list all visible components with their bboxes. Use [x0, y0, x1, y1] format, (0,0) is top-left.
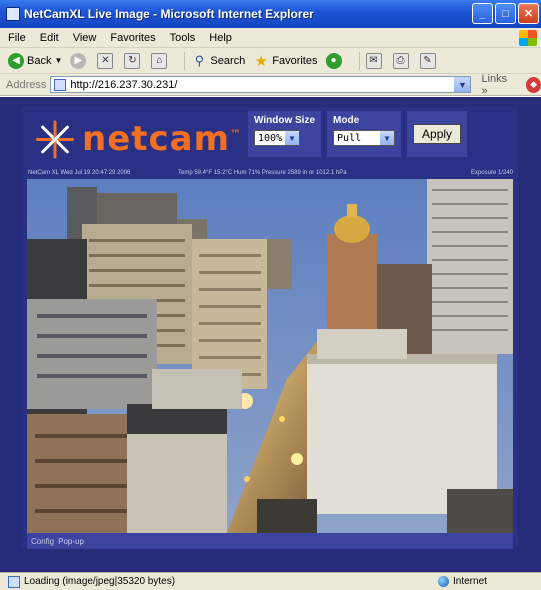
window-size-value: 100%: [258, 132, 283, 144]
window-title: NetCamXL Live Image - Microsoft Internet…: [24, 7, 314, 21]
back-label: Back: [27, 54, 52, 67]
apply-button[interactable]: Apply: [413, 124, 462, 144]
back-arrow-icon: ◀: [8, 52, 24, 69]
camera-timestamp: NetCam XL Wed Jul 19 20:47:29 2006: [28, 170, 131, 176]
edit-icon: ✎: [419, 52, 436, 69]
menu-edit[interactable]: Edit: [40, 32, 59, 44]
apply-control: Apply: [407, 111, 468, 157]
home-button[interactable]: ⌂: [151, 52, 170, 69]
netcam-logo-mark-icon: [36, 120, 74, 158]
links-label: Links: [481, 72, 508, 85]
status-bar: Loading (image/jpeg|35320 bytes) Interne…: [0, 572, 541, 590]
camera-weather: Temp 59.4°F 15.2°C Hum 71% Pressure 2589…: [178, 170, 347, 176]
camera-info-bar: NetCam XL Wed Jul 19 20:47:29 2006 Temp …: [28, 170, 513, 179]
chevron-down-icon[interactable]: ▼: [454, 77, 471, 92]
refresh-button[interactable]: ↻: [124, 52, 143, 69]
print-button[interactable]: ⎙: [392, 52, 412, 69]
zone-label: Internet: [453, 576, 487, 587]
home-icon: ⌂: [151, 52, 168, 69]
brand-name: netcam: [82, 119, 231, 159]
search-label: Search: [210, 54, 246, 67]
address-input[interactable]: http://216.237.30.231/ ▼: [50, 76, 472, 93]
window-size-control: Window Size 100% ▼: [248, 111, 322, 157]
links-button[interactable]: Links »: [481, 73, 514, 97]
media-icon: ●: [325, 52, 342, 69]
chevron-down-icon: ▼: [380, 131, 395, 145]
trademark: ™: [230, 127, 243, 141]
back-button[interactable]: ◀ Back ▼: [8, 52, 63, 69]
security-zone: Internet: [438, 576, 487, 587]
menu-file[interactable]: File: [8, 32, 26, 44]
window-size-select[interactable]: 100% ▼: [254, 130, 300, 146]
ie-icon: [6, 7, 20, 21]
edit-page-button[interactable]: ✎: [419, 52, 439, 69]
page-content: netcam™XL Window Size 100% ▼ Mode Pull ▼…: [0, 97, 541, 572]
page-loading-icon: [8, 575, 20, 588]
address-bar: Address http://216.237.30.231/ ▼ Links »…: [0, 73, 541, 97]
mode-label: Mode: [333, 115, 360, 126]
netcam-panel: netcam™XL Window Size 100% ▼ Mode Pull ▼…: [22, 107, 518, 549]
status-text: Loading (image/jpeg|35320 bytes): [24, 576, 176, 587]
window-titlebar[interactable]: NetCamXL Live Image - Microsoft Internet…: [0, 0, 541, 28]
chevron-down-icon: ▼: [285, 131, 299, 145]
page-icon: [54, 78, 67, 91]
mode-control: Mode Pull ▼: [327, 111, 402, 157]
window-size-label: Window Size: [254, 115, 316, 126]
mail-button[interactable]: ✉: [365, 52, 385, 69]
toolbar: ◀ Back ▼ ▶ ✕ ↻ ⌂ ⚲ Search ★ Favorites ● …: [0, 48, 541, 74]
forward-button[interactable]: ▶: [70, 52, 89, 69]
camera-exposure: Exposure 1/240: [470, 170, 513, 176]
windows-logo-icon: [519, 30, 537, 46]
star-icon: ★: [254, 52, 268, 70]
close-button[interactable]: ✕: [518, 3, 539, 24]
maximize-button[interactable]: □: [495, 3, 516, 24]
stop-icon: ✕: [97, 52, 114, 69]
menu-bar: File Edit View Favorites Tools Help: [0, 28, 541, 48]
refresh-icon: ↻: [124, 52, 141, 69]
address-url: http://216.237.30.231/: [70, 78, 178, 91]
favorites-button[interactable]: ★ Favorites: [253, 52, 318, 70]
favorites-label: Favorites: [272, 54, 318, 67]
mail-icon: ✉: [365, 52, 382, 69]
menu-favorites[interactable]: Favorites: [110, 32, 155, 44]
stop-button[interactable]: ✕: [97, 52, 116, 69]
chevron-down-icon: ▼: [54, 56, 63, 65]
toolbar-divider: [358, 51, 360, 70]
search-icon: ⚲: [194, 52, 205, 68]
camera-controls: Window Size 100% ▼ Mode Pull ▼ Apply: [248, 111, 468, 157]
address-label: Address: [6, 78, 47, 91]
menu-view[interactable]: View: [73, 32, 97, 44]
menu-tools[interactable]: Tools: [170, 32, 196, 44]
media-button[interactable]: ●: [325, 52, 345, 69]
toolbar-extension-icon[interactable]: ◆: [526, 76, 541, 93]
toolbar-divider: [184, 51, 186, 70]
minimize-button[interactable]: _: [472, 3, 493, 24]
popup-link[interactable]: Pop-up: [58, 537, 84, 546]
live-camera-image: [27, 179, 513, 533]
config-link[interactable]: Config: [31, 537, 54, 546]
forward-arrow-icon: ▶: [70, 52, 87, 69]
city-skyline-image: [27, 179, 513, 533]
print-icon: ⎙: [392, 52, 409, 69]
mode-value: Pull: [337, 132, 362, 144]
search-button[interactable]: ⚲ Search: [191, 52, 246, 69]
globe-icon: [438, 576, 449, 587]
mode-select[interactable]: Pull ▼: [333, 130, 396, 146]
camera-footer: Config Pop-up: [27, 533, 513, 549]
menu-help[interactable]: Help: [209, 32, 232, 44]
window-controls: _ □ ✕: [472, 3, 539, 24]
